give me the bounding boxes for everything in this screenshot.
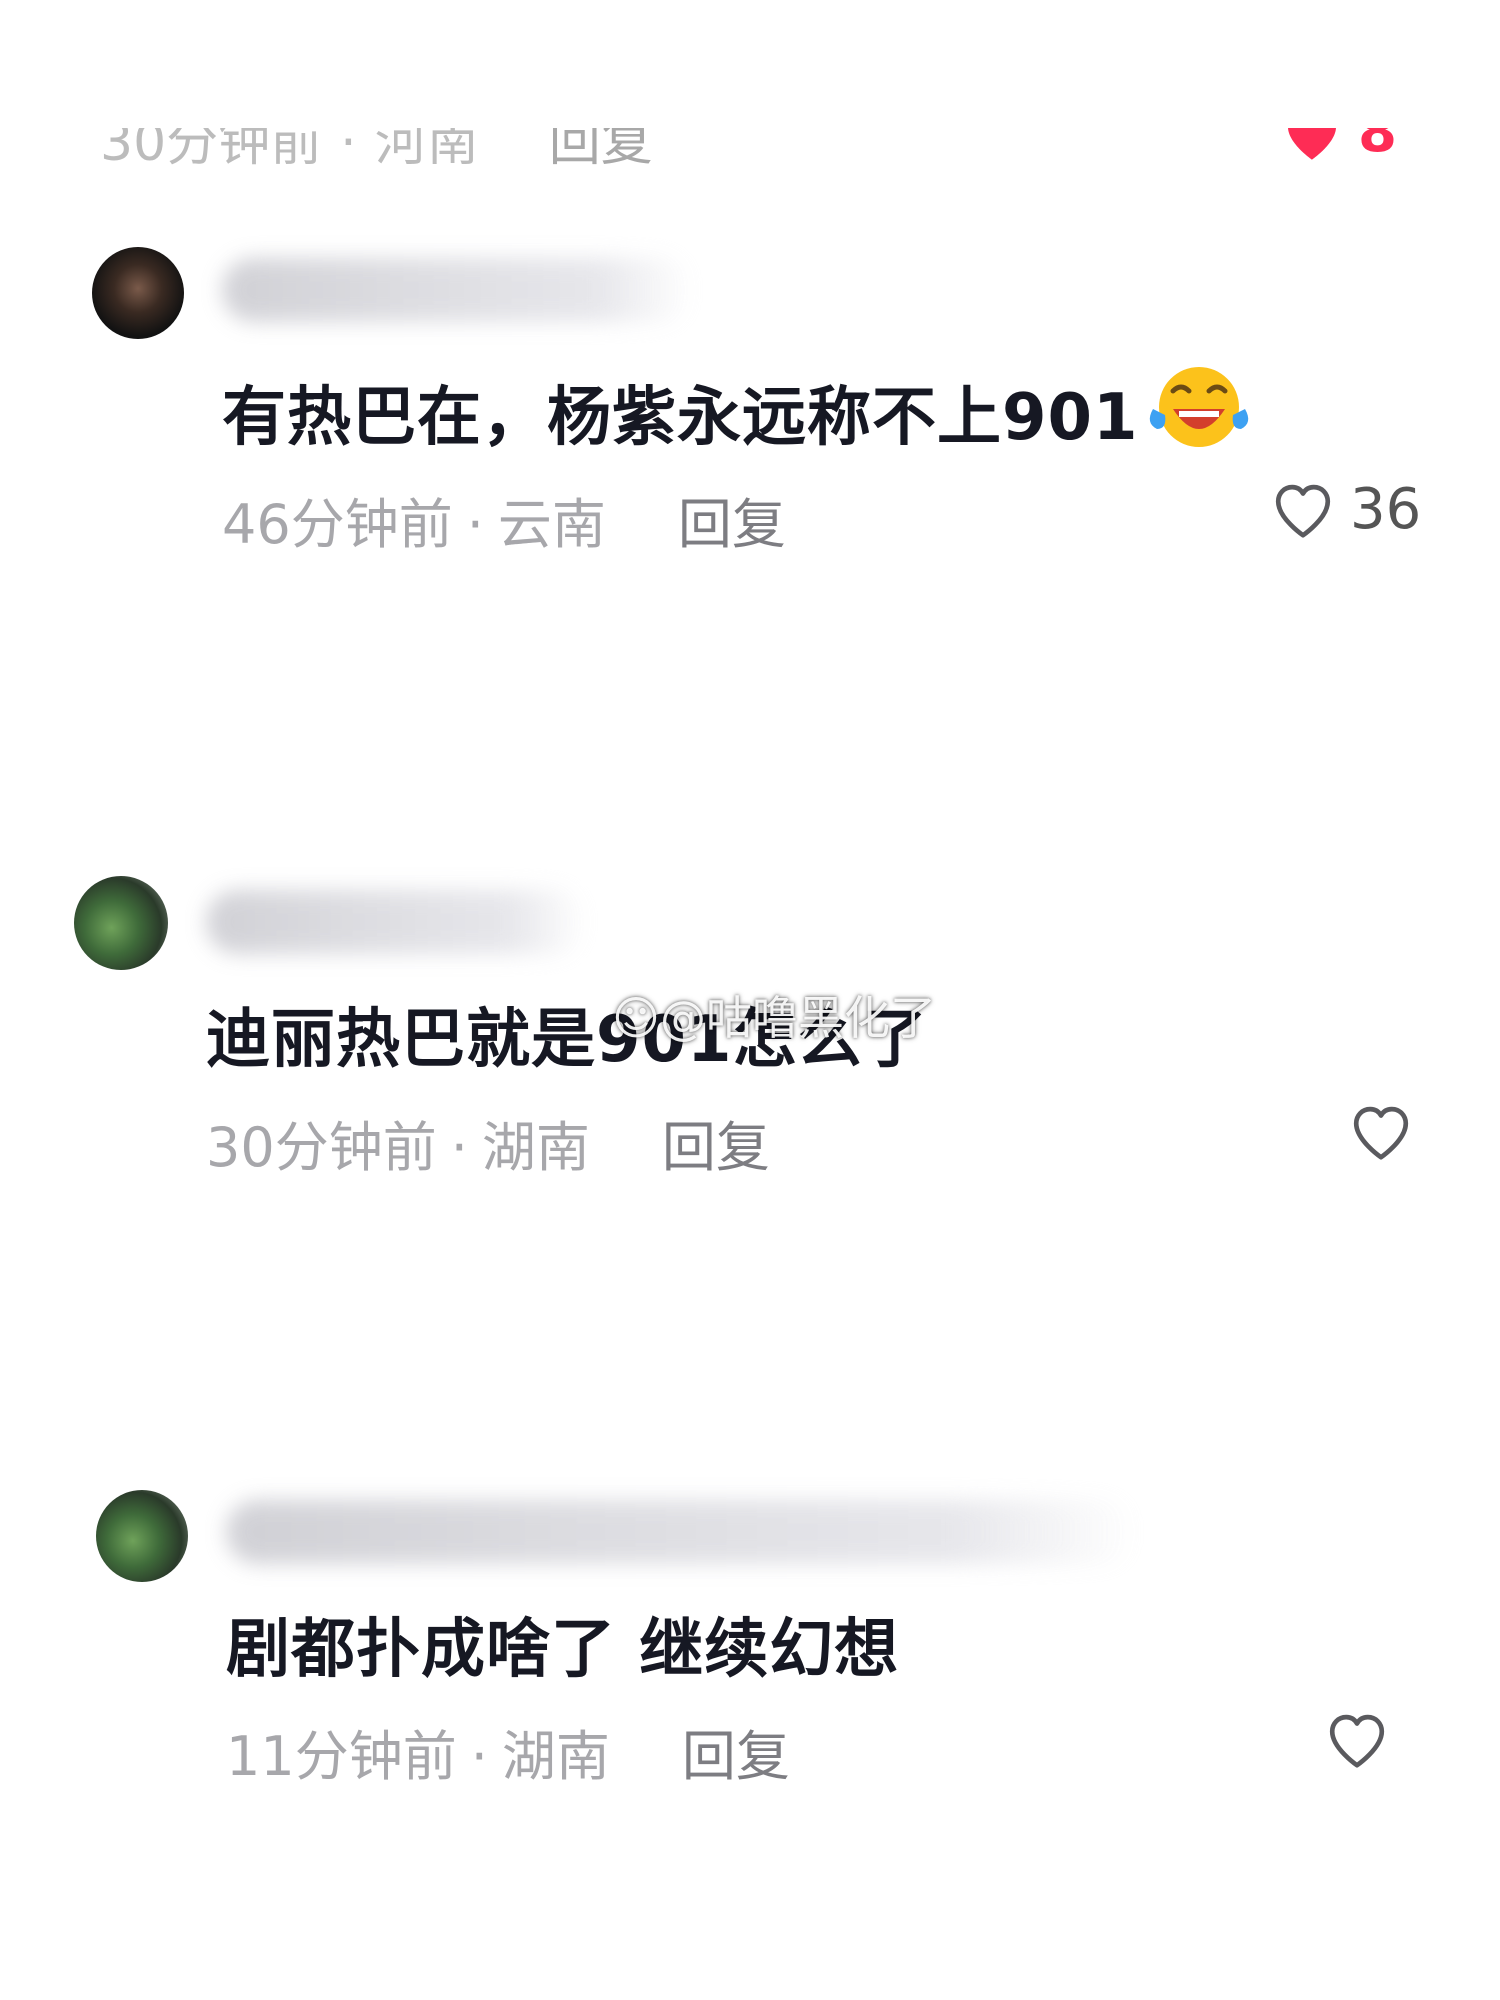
laughing-crying-emoji-icon bbox=[1149, 367, 1248, 447]
like-button[interactable] bbox=[1322, 1706, 1404, 1772]
heart-outline-icon bbox=[1353, 1106, 1409, 1160]
meta-separator: · bbox=[466, 493, 484, 556]
comment-location: 云南 bbox=[497, 493, 606, 556]
reply-button[interactable]: 回复 bbox=[678, 493, 786, 556]
comment-time: 30分钟前 bbox=[206, 1116, 437, 1179]
reply-button[interactable]: 回复 bbox=[662, 1116, 770, 1179]
comment-location: 湖南 bbox=[501, 1725, 610, 1788]
comment-meta: 30分钟前 · 湖南 回复 bbox=[206, 1103, 770, 1182]
like-button[interactable]: 36 bbox=[1268, 476, 1421, 542]
comment-text-content: 有热巴在，杨紫永远称不上901 bbox=[222, 381, 1139, 455]
username[interactable] bbox=[222, 258, 692, 322]
like-count: 8 bbox=[1358, 128, 1397, 165]
comment-meta: 46分钟前 · 云南 回复 bbox=[222, 480, 786, 559]
comment-text: 剧都扑成啥了 继续幻想 bbox=[226, 1613, 900, 1687]
meta-separator: · bbox=[340, 128, 357, 173]
comment-time: 30分钟前 bbox=[100, 128, 323, 173]
username[interactable] bbox=[226, 1500, 1136, 1564]
meta-separator: · bbox=[470, 1725, 488, 1788]
watermark-text: @咕噜黑化了 bbox=[659, 991, 936, 1045]
avatar[interactable] bbox=[74, 876, 168, 970]
previous-comment-meta: 30分钟前 · 河南 回复 bbox=[100, 128, 653, 178]
heart-filled-icon bbox=[1288, 128, 1336, 160]
heart-outline-icon bbox=[1329, 1714, 1385, 1768]
watermark: ☺@咕噜黑化了 bbox=[612, 982, 936, 1048]
avatar[interactable] bbox=[96, 1490, 188, 1582]
username[interactable] bbox=[206, 890, 586, 954]
comment-time: 46分钟前 bbox=[222, 493, 453, 556]
previous-like-button[interactable]: 8 bbox=[1280, 128, 1430, 178]
reply-button[interactable]: 回复 bbox=[682, 1725, 790, 1788]
like-button[interactable] bbox=[1346, 1098, 1428, 1164]
comment-text: 有热巴在，杨紫永远称不上901 bbox=[222, 357, 1255, 458]
like-count: 36 bbox=[1350, 476, 1422, 542]
reply-button[interactable]: 回复 bbox=[549, 128, 653, 173]
weibo-logo-icon: ☺ bbox=[612, 991, 660, 1045]
meta-separator: · bbox=[450, 1116, 468, 1179]
comment-location: 湖南 bbox=[481, 1116, 590, 1179]
avatar[interactable] bbox=[92, 247, 184, 339]
comment-time: 11分钟前 bbox=[226, 1725, 457, 1788]
comment-location: 河南 bbox=[374, 128, 479, 173]
comment-meta: 11分钟前 · 湖南 回复 bbox=[226, 1712, 790, 1791]
heart-outline-icon bbox=[1275, 484, 1331, 538]
